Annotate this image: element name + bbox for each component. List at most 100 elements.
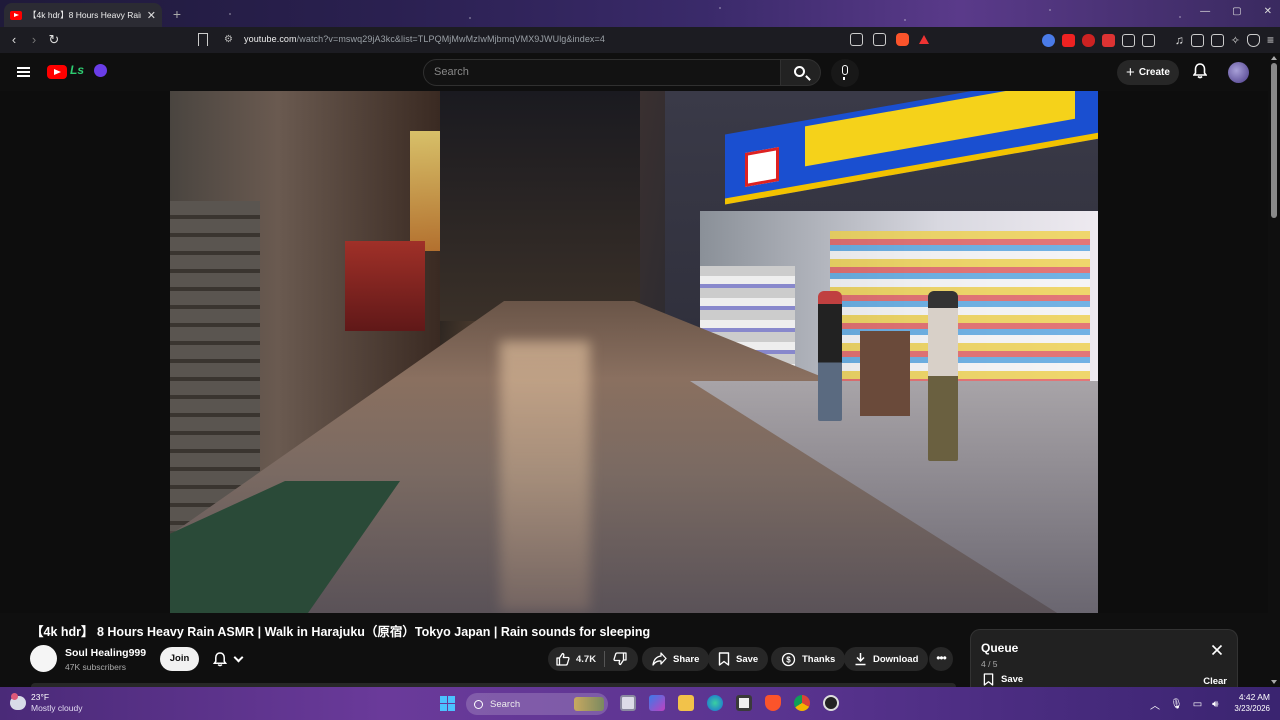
create-button[interactable]: + Create bbox=[1117, 60, 1179, 85]
tray-chevron-up-icon[interactable]: ︿ bbox=[1150, 697, 1160, 712]
queue-clear-button[interactable]: Clear bbox=[1203, 676, 1227, 687]
wallet-icon[interactable] bbox=[1210, 33, 1224, 47]
join-button[interactable]: Join bbox=[160, 647, 199, 671]
extension-3-icon[interactable] bbox=[1081, 33, 1095, 47]
share-page-icon[interactable] bbox=[873, 33, 886, 46]
tray-volume-icon[interactable]: 🔊︎ bbox=[1212, 699, 1218, 710]
thanks-icon: $ bbox=[781, 652, 796, 667]
scroll-thumb[interactable] bbox=[1271, 63, 1277, 218]
chrome-icon[interactable] bbox=[794, 695, 810, 711]
new-tab-button[interactable]: + bbox=[168, 5, 186, 23]
youtube-favicon-icon bbox=[10, 10, 22, 20]
chevron-down-icon bbox=[233, 652, 244, 662]
bell-icon bbox=[213, 651, 227, 667]
file-explorer-icon[interactable] bbox=[678, 695, 694, 711]
extension-5-icon[interactable] bbox=[1121, 33, 1135, 47]
task-view-icon[interactable] bbox=[620, 695, 636, 711]
tray-microphone-icon[interactable]: 🎙︎ bbox=[1170, 699, 1183, 710]
scroll-up-arrow-icon[interactable] bbox=[1271, 56, 1277, 60]
forward-icon[interactable]: › bbox=[24, 32, 44, 48]
back-icon[interactable]: ‹ bbox=[4, 32, 24, 48]
tray-network-icon[interactable]: ▭ bbox=[1193, 699, 1202, 710]
extensions-row: ♫ ✧ ≡ bbox=[1041, 33, 1274, 47]
share-icon bbox=[652, 652, 667, 666]
minimize-icon[interactable]: — bbox=[1200, 6, 1210, 17]
taskbar-search[interactable]: Search bbox=[466, 693, 608, 715]
save-label: Save bbox=[736, 653, 759, 665]
share-label: Share bbox=[673, 653, 700, 665]
download-label: Download bbox=[873, 653, 919, 665]
extension-1-icon[interactable] bbox=[1041, 33, 1055, 47]
like-count: 4.7K bbox=[576, 653, 597, 665]
share-button[interactable]: Share bbox=[642, 647, 710, 671]
notifications-bell-icon[interactable] bbox=[1193, 63, 1207, 79]
queue-save-button[interactable]: Save bbox=[983, 673, 1023, 686]
site-info-icon[interactable]: ⚙ bbox=[224, 34, 233, 45]
microphone-icon bbox=[842, 65, 848, 80]
scroll-down-arrow-icon[interactable] bbox=[1271, 680, 1277, 684]
close-icon[interactable] bbox=[1211, 644, 1225, 658]
queue-title: Queue bbox=[981, 641, 1019, 655]
video-frame[interactable] bbox=[170, 91, 1098, 613]
weather-widget[interactable]: 23°F Mostly cloudy bbox=[10, 692, 83, 714]
windows-start-icon[interactable] bbox=[440, 696, 455, 711]
address-actions bbox=[850, 33, 929, 46]
taskbar-clock[interactable]: 4:42 AM 3/23/2026 bbox=[1226, 692, 1270, 714]
url-host: youtube.com bbox=[244, 34, 297, 44]
browser-tab-active[interactable]: 【4k hdr】8 Hours Heavy Rain ✕ bbox=[4, 3, 162, 27]
cast-icon[interactable] bbox=[850, 33, 863, 46]
edge-icon[interactable] bbox=[707, 695, 723, 711]
video-scene-reflection bbox=[500, 341, 590, 611]
more-actions-button[interactable]: ••• bbox=[929, 647, 953, 671]
save-button[interactable]: Save bbox=[708, 647, 769, 671]
bookmark-icon[interactable] bbox=[198, 33, 208, 46]
voice-search-button[interactable] bbox=[831, 59, 859, 87]
account-avatar[interactable] bbox=[1228, 62, 1249, 83]
weather-description: Mostly cloudy bbox=[31, 703, 83, 713]
vpn-shield-icon[interactable] bbox=[1246, 33, 1260, 47]
music-icon[interactable]: ♫ bbox=[1175, 33, 1184, 47]
channel-avatar[interactable] bbox=[30, 645, 57, 672]
search-button[interactable] bbox=[781, 59, 821, 86]
tab-close-icon[interactable]: ✕ bbox=[147, 9, 156, 22]
thanks-button[interactable]: $ Thanks bbox=[771, 647, 846, 671]
video-player-area bbox=[0, 91, 1268, 613]
clock-date: 3/23/2026 bbox=[1234, 704, 1270, 713]
hamburger-menu-icon[interactable] bbox=[17, 67, 30, 77]
download-button[interactable]: Download bbox=[844, 647, 929, 671]
brave-rewards-icon[interactable] bbox=[919, 35, 929, 44]
copilot-icon[interactable] bbox=[649, 695, 665, 711]
extension-4-icon[interactable] bbox=[1101, 33, 1115, 47]
address-bar[interactable]: youtube.com/watch?v=mswq29jA3kc&list=TLP… bbox=[244, 34, 605, 44]
video-scene-sign-logo bbox=[745, 146, 779, 187]
extension-2-icon[interactable] bbox=[1061, 33, 1075, 47]
extension-6-icon[interactable] bbox=[1141, 33, 1155, 47]
svg-text:$: $ bbox=[786, 655, 791, 664]
reload-icon[interactable]: ↻ bbox=[44, 32, 64, 48]
weather-temperature: 23°F bbox=[31, 692, 50, 702]
search-input[interactable]: Search bbox=[423, 59, 781, 86]
dislike-icon bbox=[613, 652, 627, 666]
video-scene-sky bbox=[440, 91, 640, 321]
video-scene-person bbox=[818, 291, 842, 421]
youtube-logo-icon[interactable] bbox=[47, 65, 67, 79]
page-scrollbar[interactable] bbox=[1268, 53, 1280, 687]
subscription-bell-button[interactable] bbox=[205, 647, 255, 671]
like-button[interactable]: 4.7K bbox=[548, 647, 604, 671]
sidebar-icon[interactable] bbox=[1190, 33, 1204, 47]
channel-name[interactable]: Soul Healing999 bbox=[65, 647, 146, 659]
brave-icon[interactable] bbox=[765, 695, 781, 711]
window-close-icon[interactable]: ✕ bbox=[1264, 6, 1272, 17]
leo-ai-icon[interactable]: ✧ bbox=[1231, 34, 1240, 47]
obs-icon[interactable] bbox=[823, 695, 839, 711]
video-scene-person bbox=[928, 291, 958, 461]
browser-menu-icon[interactable]: ≡ bbox=[1267, 33, 1274, 47]
youtube-doodle[interactable]: Ls bbox=[70, 63, 84, 77]
maximize-icon[interactable]: ▢ bbox=[1232, 6, 1241, 17]
subscriber-count: 47K subscribers bbox=[65, 662, 126, 672]
youtube-masthead: Ls Search + Create bbox=[0, 53, 1268, 91]
tab-title: 【4k hdr】8 Hours Heavy Rain bbox=[28, 10, 141, 20]
brave-shields-icon[interactable] bbox=[896, 33, 909, 46]
dislike-button[interactable] bbox=[605, 647, 635, 671]
microsoft-store-icon[interactable] bbox=[736, 695, 752, 711]
